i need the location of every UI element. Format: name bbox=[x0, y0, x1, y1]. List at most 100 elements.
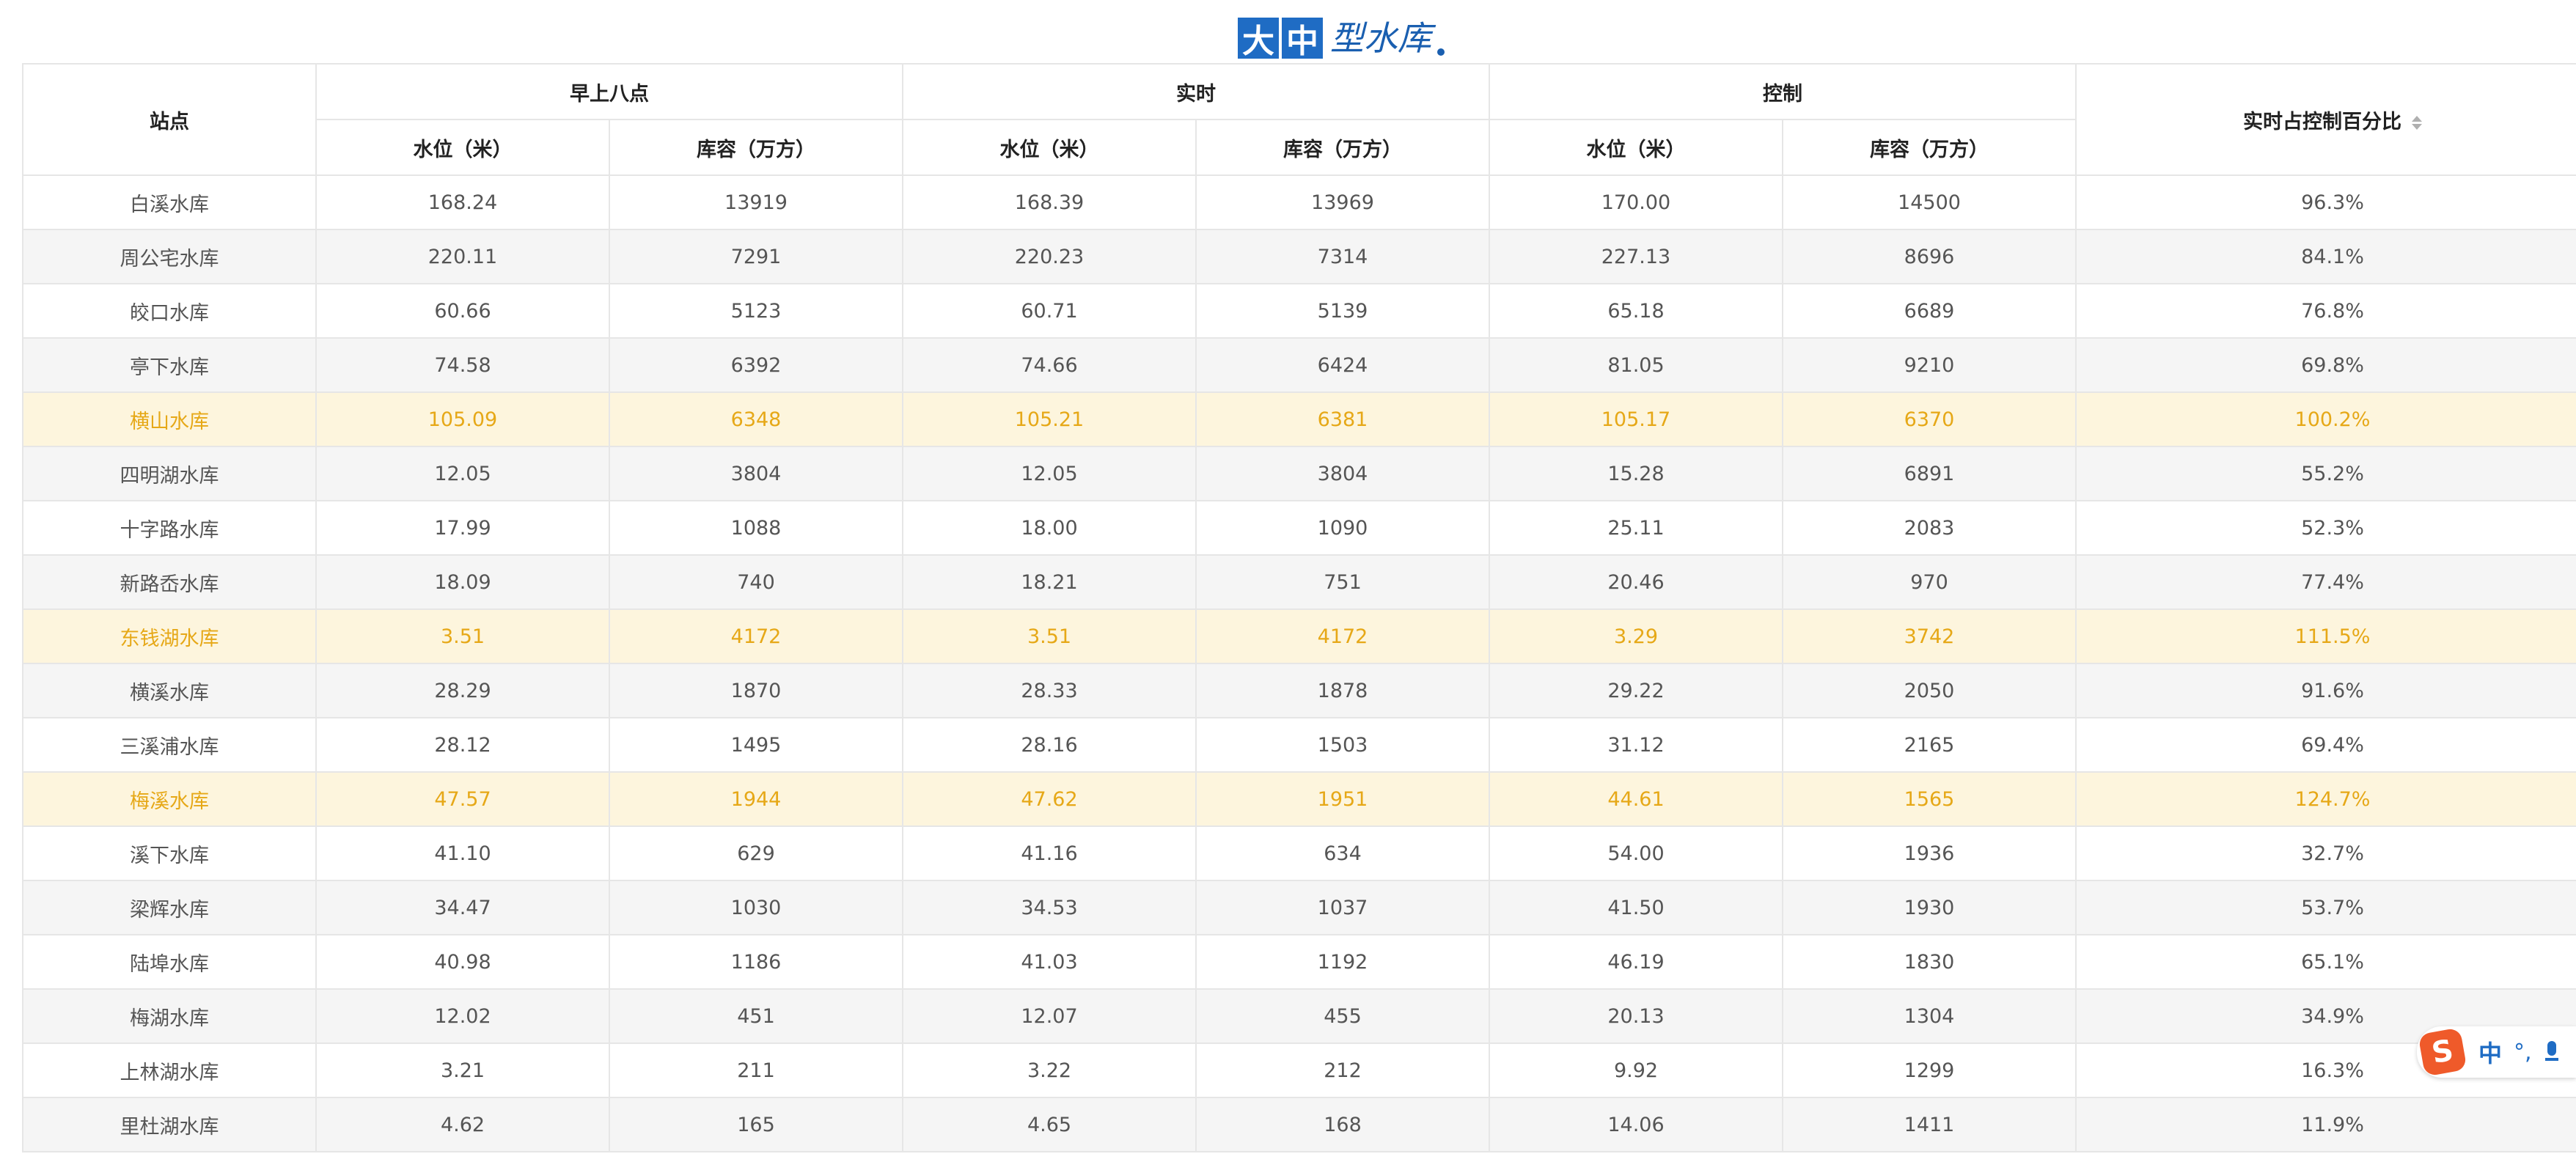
logo-char-zhong: 中 bbox=[1282, 18, 1323, 60]
cell-realtime-level: 28.33 bbox=[902, 663, 1197, 718]
ime-mode-toggle[interactable]: 中 bbox=[2478, 1035, 2502, 1069]
cell-morning-capacity: 1870 bbox=[609, 663, 903, 718]
cell-control-capacity: 6891 bbox=[1782, 446, 2077, 501]
cell-morning-capacity: 1030 bbox=[609, 880, 903, 935]
cell-realtime-level: 41.03 bbox=[902, 934, 1197, 990]
cell-realtime-capacity: 13969 bbox=[1195, 174, 1490, 230]
cell-control-level: 29.22 bbox=[1489, 663, 1783, 718]
cell-control-level: 227.13 bbox=[1489, 229, 1783, 284]
cell-realtime-level: 74.66 bbox=[902, 337, 1197, 393]
cell-station: 周公宅水库 bbox=[22, 229, 317, 284]
cell-station: 横溪水库 bbox=[22, 663, 317, 718]
cell-control-level: 20.13 bbox=[1489, 988, 1783, 1044]
cell-control-capacity: 2083 bbox=[1782, 500, 2077, 556]
cell-morning-level: 12.02 bbox=[315, 988, 610, 1044]
sort-icon[interactable] bbox=[2412, 115, 2422, 130]
cell-morning-capacity: 629 bbox=[609, 825, 903, 881]
cell-morning-capacity: 1944 bbox=[609, 771, 903, 827]
header-percent[interactable]: 实时占控制百分比 bbox=[2075, 63, 2576, 176]
cell-morning-capacity: 1088 bbox=[609, 500, 903, 556]
table-row[interactable]: 上林湖水库 3.21 211 3.22 212 9.92 1299 16.3% bbox=[22, 1043, 2576, 1098]
table-row[interactable]: 梁辉水库 34.47 1030 34.53 1037 41.50 1930 53.7% bbox=[22, 880, 2576, 935]
header-group-morning: 早上八点 bbox=[315, 63, 903, 120]
cell-realtime-capacity: 6381 bbox=[1195, 391, 1490, 447]
table-row[interactable]: 梅溪水库 47.57 1944 47.62 1951 44.61 1565 124.7% bbox=[22, 771, 2576, 827]
table-row[interactable]: 梅湖水库 12.02 451 12.07 455 20.13 1304 34.9% bbox=[22, 988, 2576, 1044]
cell-realtime-capacity: 751 bbox=[1195, 554, 1490, 610]
cell-control-capacity: 14500 bbox=[1782, 174, 2077, 230]
cell-control-level: 105.17 bbox=[1489, 391, 1783, 447]
cell-percent: 91.6% bbox=[2075, 663, 2576, 718]
table-row[interactable]: 皎口水库 60.66 5123 60.71 5139 65.18 6689 76.8% bbox=[22, 283, 2576, 339]
cell-morning-level: 74.58 bbox=[315, 337, 610, 393]
cell-realtime-capacity: 1951 bbox=[1195, 771, 1490, 827]
header-station: 站点 bbox=[22, 63, 317, 176]
table-row[interactable]: 横山水库 105.09 6348 105.21 6381 105.17 6370 100.2% bbox=[22, 391, 2576, 447]
cell-realtime-capacity: 1192 bbox=[1195, 934, 1490, 990]
cell-percent: 65.1% bbox=[2075, 934, 2576, 990]
cell-percent: 96.3% bbox=[2075, 174, 2576, 230]
cell-control-capacity: 1830 bbox=[1782, 934, 2077, 990]
cell-morning-capacity: 451 bbox=[609, 988, 903, 1044]
cell-control-capacity: 6689 bbox=[1782, 283, 2077, 339]
cell-realtime-level: 18.00 bbox=[902, 500, 1197, 556]
cell-morning-level: 47.57 bbox=[315, 771, 610, 827]
logo-dot bbox=[1437, 48, 1445, 56]
cell-control-level: 41.50 bbox=[1489, 880, 1783, 935]
cell-percent: 100.2% bbox=[2075, 391, 2576, 447]
table-row[interactable]: 横溪水库 28.29 1870 28.33 1878 29.22 2050 91.6% bbox=[22, 663, 2576, 718]
table-row[interactable]: 新路岙水库 18.09 740 18.21 751 20.46 970 77.4% bbox=[22, 554, 2576, 610]
cell-morning-level: 28.12 bbox=[315, 717, 610, 773]
ime-punctuation-toggle[interactable]: °, bbox=[2514, 1040, 2532, 1065]
cell-control-capacity: 6370 bbox=[1782, 391, 2077, 447]
cell-realtime-capacity: 1503 bbox=[1195, 717, 1490, 773]
cell-morning-level: 105.09 bbox=[315, 391, 610, 447]
cell-percent: 11.9% bbox=[2075, 1097, 2576, 1152]
cell-control-level: 65.18 bbox=[1489, 283, 1783, 339]
cell-morning-level: 41.10 bbox=[315, 825, 610, 881]
table-row[interactable]: 周公宅水库 220.11 7291 220.23 7314 227.13 8696 84.1% bbox=[22, 229, 2576, 284]
cell-realtime-level: 41.16 bbox=[902, 825, 1197, 881]
cell-control-capacity: 3742 bbox=[1782, 608, 2077, 664]
cell-control-level: 54.00 bbox=[1489, 825, 1783, 881]
cell-station: 梅溪水库 bbox=[22, 771, 317, 827]
cell-morning-level: 60.66 bbox=[315, 283, 610, 339]
cell-control-level: 3.29 bbox=[1489, 608, 1783, 664]
cell-station: 上林湖水库 bbox=[22, 1043, 317, 1098]
mic-icon[interactable] bbox=[2544, 1041, 2558, 1063]
table-row[interactable]: 三溪浦水库 28.12 1495 28.16 1503 31.12 2165 69.4% bbox=[22, 717, 2576, 773]
table-row[interactable]: 白溪水库 168.24 13919 168.39 13969 170.00 14500 96.… bbox=[22, 174, 2576, 230]
cell-percent: 124.7% bbox=[2075, 771, 2576, 827]
table-row[interactable]: 东钱湖水库 3.51 4172 3.51 4172 3.29 3742 111.5% bbox=[22, 608, 2576, 664]
header-morning-level: 水位（米） bbox=[315, 119, 610, 176]
cell-station: 里杜湖水库 bbox=[22, 1097, 317, 1152]
ime-toolbar[interactable]: S 中 °, bbox=[2417, 1026, 2576, 1078]
cell-station: 梁辉水库 bbox=[22, 880, 317, 935]
cell-control-level: 31.12 bbox=[1489, 717, 1783, 773]
cell-realtime-capacity: 4172 bbox=[1195, 608, 1490, 664]
table-row[interactable]: 四明湖水库 12.05 3804 12.05 3804 15.28 6891 55.2% bbox=[22, 446, 2576, 501]
header-group-control: 控制 bbox=[1489, 63, 2077, 120]
cell-control-capacity: 1304 bbox=[1782, 988, 2077, 1044]
logo-char-da: 大 bbox=[1238, 18, 1279, 60]
table-header-row-1: 站点 早上八点 实时 控制 实时占控制百分比 bbox=[22, 63, 2576, 176]
cell-realtime-level: 220.23 bbox=[902, 229, 1197, 284]
table-row[interactable]: 陆埠水库 40.98 1186 41.03 1192 46.19 1830 65.1% bbox=[22, 934, 2576, 990]
table-row[interactable]: 十字路水库 17.99 1088 18.00 1090 25.11 2083 52.3% bbox=[22, 500, 2576, 556]
sogou-logo-icon[interactable]: S bbox=[2418, 1027, 2467, 1077]
table-row[interactable]: 亭下水库 74.58 6392 74.66 6424 81.05 9210 69.8% bbox=[22, 337, 2576, 393]
cell-morning-level: 12.05 bbox=[315, 446, 610, 501]
table-row[interactable]: 里杜湖水库 4.62 165 4.65 168 14.06 1411 11.9% bbox=[22, 1097, 2576, 1152]
cell-control-level: 81.05 bbox=[1489, 337, 1783, 393]
cell-morning-level: 28.29 bbox=[315, 663, 610, 718]
cell-station: 十字路水库 bbox=[22, 500, 317, 556]
cell-station: 东钱湖水库 bbox=[22, 608, 317, 664]
table-row[interactable]: 溪下水库 41.10 629 41.16 634 54.00 1936 32.7% bbox=[22, 825, 2576, 881]
cell-percent: 53.7% bbox=[2075, 880, 2576, 935]
cell-percent: 76.8% bbox=[2075, 283, 2576, 339]
cell-realtime-capacity: 5139 bbox=[1195, 283, 1490, 339]
cell-realtime-level: 168.39 bbox=[902, 174, 1197, 230]
cell-realtime-capacity: 634 bbox=[1195, 825, 1490, 881]
cell-control-capacity: 1936 bbox=[1782, 825, 2077, 881]
cell-morning-capacity: 13919 bbox=[609, 174, 903, 230]
